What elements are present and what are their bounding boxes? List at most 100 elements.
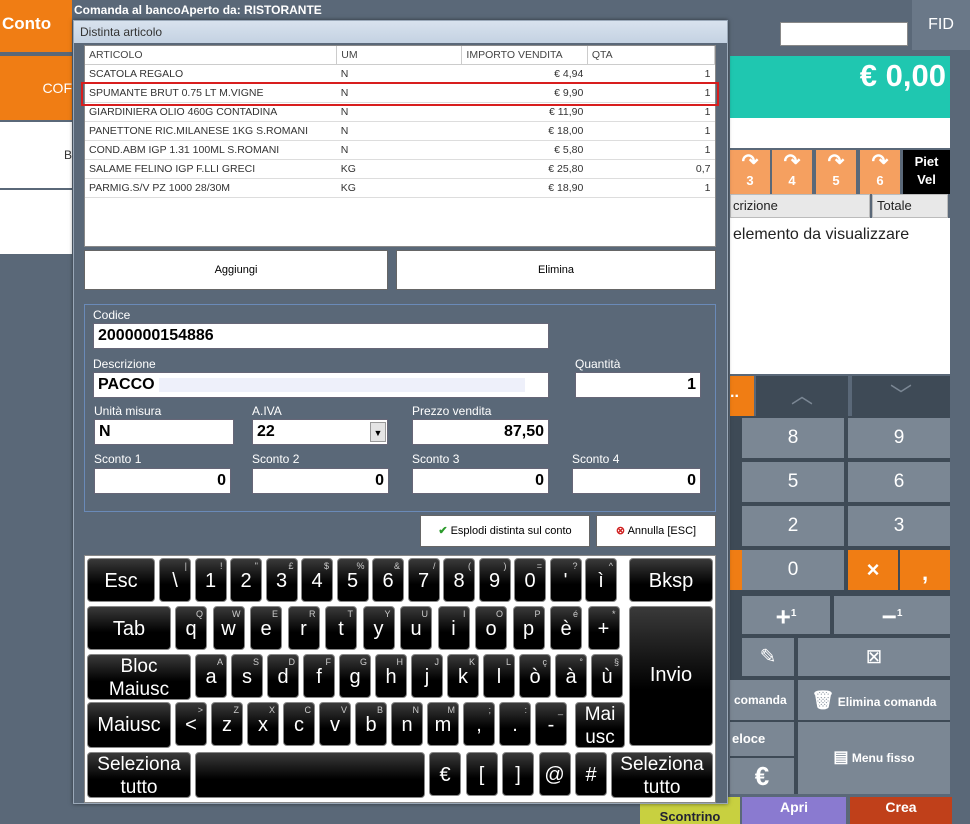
key[interactable]: ù § xyxy=(591,654,623,698)
euro-button[interactable]: € xyxy=(730,758,794,794)
chevron-down-icon[interactable]: ﹀ xyxy=(852,376,950,416)
chevron-down-icon[interactable]: ▼ xyxy=(370,422,386,442)
key[interactable]: € xyxy=(429,752,461,796)
prezzo-vendita-input[interactable]: 87,50 xyxy=(412,419,549,445)
key[interactable]: iI xyxy=(437,606,470,650)
nav-button-5[interactable]: ↷ 5 xyxy=(816,150,856,194)
key[interactable]: 5% xyxy=(336,558,369,602)
key[interactable]: xX xyxy=(247,702,279,746)
numpad-3[interactable]: 3 xyxy=(848,506,950,546)
key[interactable]: à ° xyxy=(555,654,587,698)
key[interactable]: .: xyxy=(499,702,531,746)
table-row-selected[interactable]: SPUMANTE BRUT 0.75 LT M.VIGNE N € 9,90 1 xyxy=(85,83,715,103)
column-header-descrizione[interactable]: crizione xyxy=(730,194,870,218)
key[interactable]: bB xyxy=(355,702,387,746)
key-tab[interactable]: Tab xyxy=(87,606,171,650)
key[interactable]: hH xyxy=(375,654,407,698)
key[interactable]: @ xyxy=(538,752,571,796)
key[interactable]: nN xyxy=(391,702,423,746)
aliquota-iva-select[interactable]: 22 ▼ xyxy=(252,419,388,445)
numpad-5[interactable]: 5 xyxy=(742,462,844,502)
elimina-comanda-button[interactable]: 🗑 Elimina comanda xyxy=(798,680,950,720)
descrizione-input[interactable]: PACCO xyxy=(93,372,549,398)
numpad-2[interactable]: 2 xyxy=(742,506,844,546)
elimina-button[interactable]: Elimina xyxy=(396,250,716,290)
key[interactable]: - _ xyxy=(535,702,567,746)
key[interactable]: zZ xyxy=(211,702,243,746)
column-header-qta[interactable]: QTA xyxy=(587,46,715,65)
key[interactable]: èé xyxy=(550,606,582,650)
key[interactable]: sS xyxy=(231,654,263,698)
key[interactable]: 0 = xyxy=(514,558,546,602)
column-header-importo[interactable]: IMPORTO VENDITA xyxy=(461,46,588,65)
cof-tab[interactable]: COF xyxy=(0,56,72,120)
comanda-button[interactable]: comanda xyxy=(730,680,794,720)
key[interactable]: jJ xyxy=(411,654,443,698)
key[interactable]: vV xyxy=(319,702,351,746)
key[interactable]: gG xyxy=(339,654,371,698)
key[interactable]: rR xyxy=(287,606,320,650)
numpad-6[interactable]: 6 xyxy=(848,462,950,502)
b-panel[interactable]: B xyxy=(0,122,72,188)
nav-button-4[interactable]: ↷ 4 xyxy=(772,150,812,194)
orange-button[interactable]: .. xyxy=(730,376,754,416)
key-space[interactable] xyxy=(195,752,425,798)
numpad-9[interactable]: 9 xyxy=(848,418,950,458)
key[interactable]: cC xyxy=(283,702,315,746)
numpad-0[interactable]: 0 xyxy=(742,550,844,590)
key[interactable]: 8( xyxy=(443,558,475,602)
key-maiusc-right[interactable]: Mai usc xyxy=(575,702,625,748)
key[interactable]: pP xyxy=(512,606,545,650)
key[interactable]: 7/ xyxy=(407,558,440,602)
key[interactable]: '? xyxy=(549,558,582,602)
key[interactable]: dD xyxy=(267,654,299,698)
key-invio[interactable]: Invio xyxy=(629,606,713,746)
unita-misura-input[interactable]: N xyxy=(94,419,234,445)
key[interactable]: 4 $ xyxy=(301,558,333,602)
nav-button-6[interactable]: ↷ 6 xyxy=(860,150,900,194)
veloce-button[interactable]: eloce xyxy=(730,722,794,756)
key[interactable]: qQ xyxy=(175,606,207,650)
column-header-totale[interactable]: Totale xyxy=(872,194,948,218)
annulla-button[interactable]: ⊗ Annulla [ESC] xyxy=(596,515,716,547)
sconto4-input[interactable]: 0 xyxy=(572,468,701,494)
key[interactable]: lL xyxy=(483,654,515,698)
key[interactable]: tT xyxy=(325,606,357,650)
edit-icon[interactable]: ✎ xyxy=(742,638,794,676)
conto-tab[interactable]: Conto xyxy=(0,0,72,52)
times-button[interactable]: × xyxy=(848,550,898,590)
numpad-8[interactable]: 8 xyxy=(742,418,844,458)
key[interactable]: kK xyxy=(447,654,479,698)
key[interactable]: < > xyxy=(175,702,207,746)
articles-grid[interactable]: ARTICOLO UM IMPORTO VENDITA QTA SCATOLA … xyxy=(84,45,716,247)
column-header-um[interactable]: UM xyxy=(336,46,463,65)
key[interactable]: wW xyxy=(212,606,245,650)
table-row[interactable]: SCATOLA REGALO N € 4,94 1 xyxy=(85,64,715,84)
key[interactable]: 2 " xyxy=(230,558,262,602)
key-maiusc[interactable]: Maiusc xyxy=(87,702,171,748)
table-row[interactable]: PANETTONE RIC.MILANESE 1KG S.ROMANI N € 18… xyxy=(85,121,715,141)
column-header-articolo[interactable]: ARTICOLO xyxy=(85,46,338,65)
aggiungi-button[interactable]: Aggiungi xyxy=(84,250,388,290)
chevron-up-icon[interactable]: ︿ xyxy=(756,376,848,416)
key[interactable]: + * xyxy=(587,606,620,650)
codice-input[interactable]: 2000000154886 xyxy=(93,323,549,349)
sconto2-input[interactable]: 0 xyxy=(252,468,389,494)
key[interactable]: [ xyxy=(465,752,498,796)
key[interactable]: 1! xyxy=(194,558,227,602)
minus-one-button[interactable]: −1 xyxy=(834,596,950,634)
key[interactable]: 6 & xyxy=(372,558,404,602)
key-bksp[interactable]: Bksp xyxy=(629,558,713,602)
menu-fisso-button[interactable]: ▤ Menu fisso xyxy=(798,722,950,794)
key[interactable]: 9) xyxy=(478,558,511,602)
key-esc[interactable]: Esc xyxy=(87,558,155,602)
apri-button[interactable]: Apri xyxy=(742,797,846,824)
sconto1-input[interactable]: 0 xyxy=(94,468,231,494)
key[interactable]: # xyxy=(575,752,607,796)
crea-button[interactable]: Crea xyxy=(850,797,952,824)
table-row[interactable]: COND.ABM IGP 1.31 100ML S.ROMANI N € 5,80 1 xyxy=(85,140,715,160)
esplodi-button[interactable]: ✔ Esplodi distinta sul conto xyxy=(420,515,590,547)
key[interactable]: oO xyxy=(475,606,507,650)
key[interactable]: fF xyxy=(303,654,335,698)
key[interactable]: 3 £ xyxy=(265,558,298,602)
